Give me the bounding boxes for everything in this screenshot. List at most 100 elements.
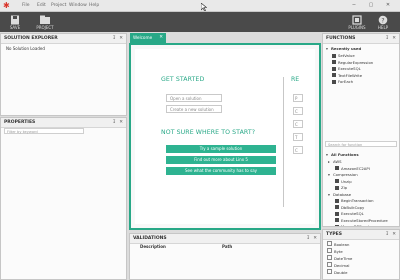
types-title: TYPES [326,232,342,237]
menu-window[interactable]: Window [69,1,87,10]
pin-icon[interactable]: ↧ [112,34,116,43]
community-button[interactable]: See what the community has to say [166,167,276,175]
menu-help[interactable]: Help [89,1,99,10]
save-icon [11,15,19,25]
types-header: TYPES ↧ ✕ [323,230,399,240]
checkbox-icon [327,262,332,267]
open-solution-link[interactable]: Open a solution [166,94,222,102]
function-category[interactable]: ▾ Database [328,192,351,198]
close-icon[interactable]: ✕ [392,230,396,239]
recent-function-item[interactable]: SetValue [332,53,355,59]
maximize-button[interactable]: ▢ [363,1,379,10]
recent-function-item[interactable]: ForEach [332,79,353,85]
close-window-button[interactable]: ✕ [380,1,396,10]
function-item[interactable]: MongoDBRead [335,224,369,226]
function-icon [335,224,339,226]
function-category[interactable]: ▸ AWS [328,159,342,165]
plugins-icon [352,15,362,25]
functions-panel: FUNCTIONS ↧ ✕ ▾ Recently used Search for … [322,33,400,227]
close-icon[interactable]: ✕ [313,234,317,243]
close-icon[interactable]: ✕ [119,34,123,43]
type-item-label: Boolean [334,242,350,247]
recent-function-item-label: TextFileWrite [338,72,363,78]
function-item[interactable]: BeginTransaction [335,198,374,204]
function-icon [335,205,339,209]
close-icon[interactable]: ✕ [392,34,396,43]
function-icon [335,185,339,190]
project-button[interactable]: PROJECT [30,14,60,31]
pin-icon[interactable]: ↧ [385,34,389,43]
document-tab-strip: Welcome ✕ [129,33,321,43]
function-search-input[interactable]: Search for function [325,141,397,147]
description-column-header[interactable]: Description [140,244,166,249]
function-icon [332,60,336,64]
validations-panel: VALIDATIONS ↧ ✕ Description Path [129,233,321,280]
right-column-link[interactable]: C [293,120,303,128]
function-item-label: ExecuteSQL [341,211,364,216]
function-item[interactable]: AmazonEC2API [335,166,370,172]
checkbox-icon [327,255,332,260]
right-column-link[interactable]: C [293,107,303,115]
pin-icon[interactable]: ↧ [112,118,116,127]
no-solution-text: No Solution Loaded [6,46,45,51]
recent-function-item-label: SetValue [338,53,355,58]
function-item-label: DbBulkCopy [341,204,365,210]
title-menu-bar: ✱ File Edit Project Window Help − ▢ ✕ [0,0,400,12]
right-column-link[interactable]: C [293,146,303,154]
function-item-label: Unzip [341,178,352,184]
menu-edit[interactable]: Edit [37,1,46,10]
functions-header: FUNCTIONS ↧ ✕ [323,34,399,44]
checkbox-icon [327,241,332,246]
type-item-label: Decimal [334,263,350,268]
close-tab-icon[interactable]: ✕ [159,33,163,43]
recent-function-item-label: ExecuteSQL [338,66,361,71]
function-item[interactable]: Zip [335,185,347,191]
type-item[interactable]: DateTime [327,255,352,261]
function-icon [335,166,339,170]
sample-solution-button[interactable]: Try a sample solution [166,145,276,153]
function-icon [332,66,336,71]
function-icon [332,53,336,58]
right-column-link[interactable]: T [293,133,303,141]
all-functions-section[interactable]: ▾ All Functions [326,152,359,158]
checkbox-icon [327,269,332,274]
type-item[interactable]: Byte [327,248,343,254]
type-item[interactable]: Decimal [327,262,349,268]
recently-used-section[interactable]: ▾ Recently used [326,46,361,52]
function-icon [332,73,336,77]
pin-icon[interactable]: ↧ [306,234,310,243]
pin-icon[interactable]: ↧ [385,230,389,239]
solution-explorer-title: SOLUTION EXPLORER [4,36,58,41]
tab-welcome[interactable]: Welcome ✕ [130,33,166,43]
function-item[interactable]: ExecuteSQL [335,211,364,217]
menu-project[interactable]: Project [51,1,66,10]
function-item-label: AmazonEC2API [341,165,370,171]
function-icon [332,79,336,84]
function-item[interactable]: ExecuteStoredProcedure [335,218,388,224]
type-item[interactable]: Boolean [327,241,349,247]
welcome-page: GET STARTED Open a solution Create a new… [135,49,315,224]
minimize-button[interactable]: − [346,1,362,10]
save-button[interactable]: SAVE [0,14,30,31]
path-column-header[interactable]: Path [222,244,232,249]
right-column-link[interactable]: P [293,94,303,102]
welcome-column-divider [283,77,284,207]
properties-search-input[interactable]: Filter by keyword [4,128,84,134]
function-icon [335,211,339,216]
recent-function-item[interactable]: RegularExpression [332,60,373,66]
menu-file[interactable]: File [22,1,30,10]
function-item[interactable]: DbBulkCopy [335,205,364,211]
function-item[interactable]: Unzip [335,179,352,185]
create-solution-link[interactable]: Create a new solution [166,105,222,113]
function-category[interactable]: ▾ Compression [328,172,358,178]
recent-function-item[interactable]: ExecuteSQL [332,66,361,72]
app-logo-icon: ✱ [3,1,10,10]
svg-text:?: ? [381,17,384,24]
close-icon[interactable]: ✕ [119,118,123,127]
type-item[interactable]: Double [327,269,347,275]
help-button[interactable]: ? HELP [368,14,398,31]
recently-used-label: Recently used [331,46,362,51]
get-started-heading: GET STARTED [161,76,205,83]
recent-function-item[interactable]: TextFileWrite [332,73,362,79]
find-out-more-button[interactable]: Find out more about Linx 5 [166,156,276,164]
